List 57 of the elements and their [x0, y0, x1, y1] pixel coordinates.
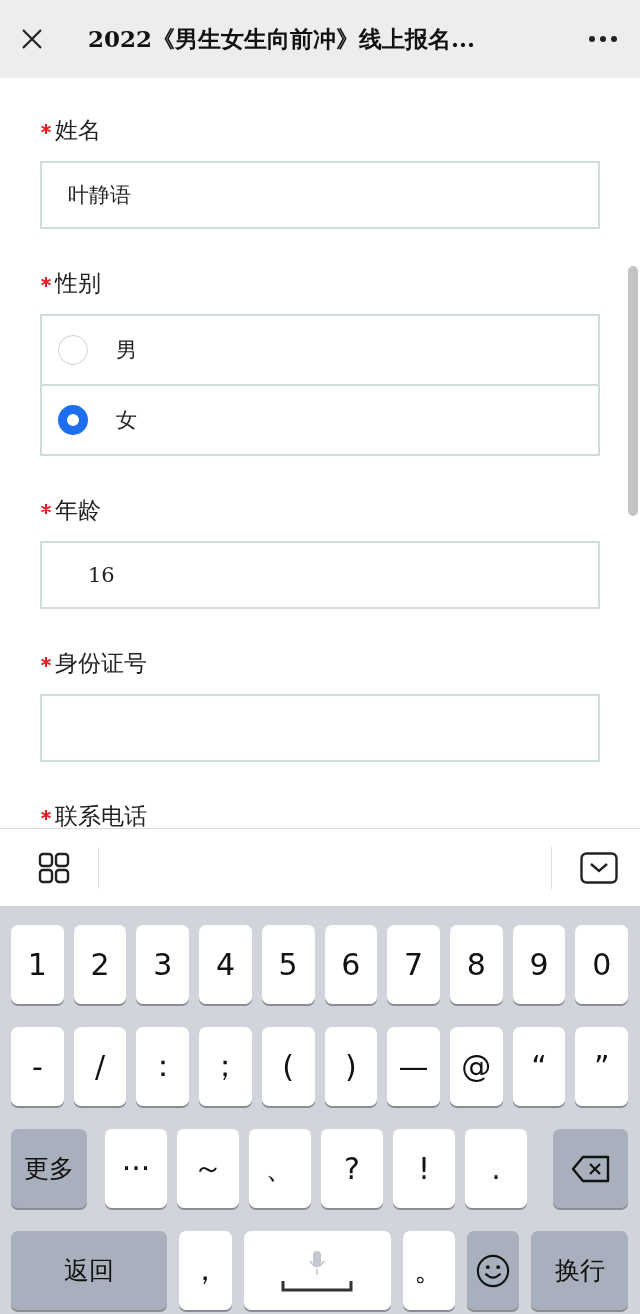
key[interactable]: 0	[575, 925, 629, 1004]
scrollbar[interactable]	[628, 266, 638, 516]
key[interactable]: 1	[11, 925, 64, 1004]
option-label: 女	[116, 407, 137, 434]
field-label: 联系电话	[55, 801, 147, 828]
emoji-key[interactable]	[467, 1231, 519, 1310]
key[interactable]: @	[449, 1027, 503, 1106]
field-label: 姓名	[55, 115, 101, 145]
key[interactable]: 7	[387, 925, 440, 1004]
key[interactable]: ：	[136, 1027, 190, 1106]
key[interactable]: ?	[321, 1129, 383, 1208]
hide-keyboard-icon[interactable]	[580, 851, 618, 884]
key[interactable]: !	[393, 1129, 455, 1208]
key[interactable]: 。	[402, 1231, 455, 1310]
key[interactable]: 返回	[11, 1231, 167, 1310]
smiley-icon	[476, 1253, 510, 1288]
microphone-icon	[309, 1249, 325, 1276]
key[interactable]: 4	[199, 925, 252, 1004]
field-label: 性别	[55, 268, 101, 298]
input-field[interactable]	[40, 694, 600, 762]
key[interactable]: 更多	[11, 1129, 87, 1208]
key[interactable]: ”	[575, 1027, 629, 1106]
key[interactable]: )	[324, 1027, 378, 1106]
key[interactable]: ；	[199, 1027, 252, 1106]
key[interactable]: 5	[261, 925, 315, 1004]
radio-button[interactable]	[58, 405, 88, 435]
key[interactable]: 、	[249, 1129, 311, 1208]
key[interactable]: (	[261, 1027, 315, 1106]
key[interactable]: —	[387, 1027, 440, 1106]
grid-icon[interactable]	[38, 851, 70, 884]
field-label: 身份证号	[55, 648, 147, 678]
key[interactable]: /	[73, 1027, 127, 1106]
key[interactable]: 8	[449, 925, 503, 1004]
backspace-icon	[570, 1154, 611, 1183]
key[interactable]: 换行	[531, 1231, 628, 1310]
key[interactable]: “	[512, 1027, 566, 1106]
radio-option[interactable]: 男	[42, 316, 598, 384]
page-title: 2022《男生女生向前冲》线上报名...	[88, 23, 477, 54]
key[interactable]: .	[465, 1129, 527, 1208]
input-field[interactable]: 16	[40, 541, 600, 609]
delete-key[interactable]	[553, 1129, 628, 1208]
key[interactable]: ～	[177, 1129, 239, 1208]
key[interactable]: ，	[179, 1231, 232, 1310]
key[interactable]: 2	[73, 925, 127, 1004]
input-field[interactable]: 叶静语	[40, 161, 600, 229]
key[interactable]: ···	[105, 1129, 167, 1208]
key[interactable]: 6	[324, 925, 378, 1004]
radio-option[interactable]: 女	[42, 384, 598, 454]
field-label: 年龄	[55, 495, 101, 525]
key[interactable]: 9	[512, 925, 566, 1004]
space-key[interactable]	[243, 1231, 391, 1310]
option-label: 男	[116, 337, 137, 364]
close-icon[interactable]	[20, 27, 44, 51]
more-icon[interactable]	[588, 35, 618, 43]
space-bar-icon	[281, 1279, 353, 1292]
key[interactable]: -	[11, 1027, 64, 1106]
key[interactable]: 3	[136, 925, 190, 1004]
